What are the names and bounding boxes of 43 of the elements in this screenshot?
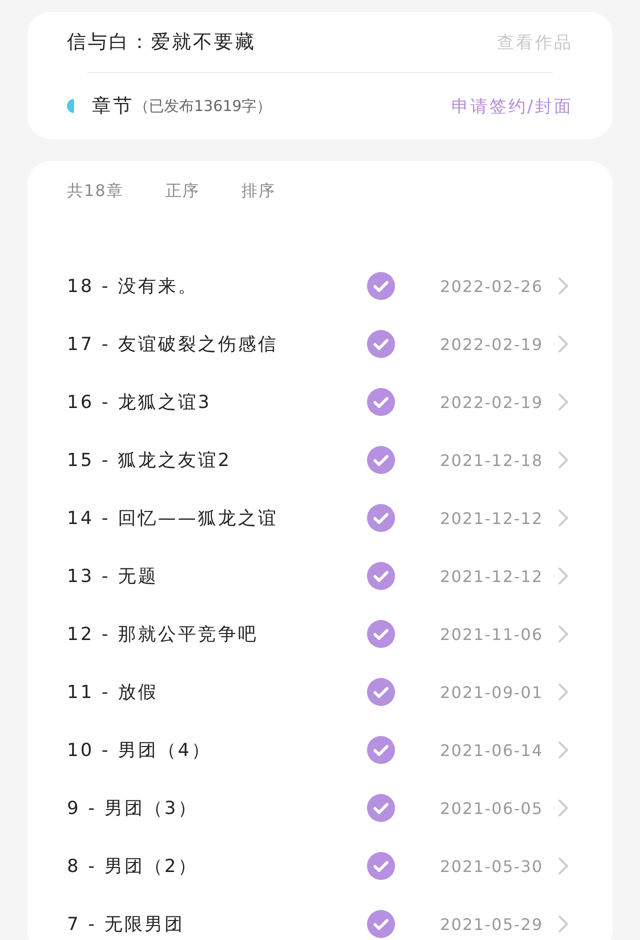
chapter-date: 2022-02-19	[439, 392, 544, 412]
chevron-right-icon[interactable]	[557, 682, 569, 702]
section-marker-icon	[67, 99, 74, 113]
chapter-date: 2021-06-05	[439, 798, 544, 818]
chapter-label: 章节	[92, 94, 134, 119]
chapter-title[interactable]: 7 - 无限男团	[67, 912, 367, 936]
chapter-date: 2021-06-14	[439, 740, 544, 760]
chevron-right-icon[interactable]	[557, 450, 569, 470]
chapter-date: 2021-12-12	[439, 508, 544, 528]
chapter-date: 2021-12-18	[439, 450, 544, 470]
chapter-title[interactable]: 12 - 那就公平竞争吧	[67, 622, 367, 646]
chevron-right-icon[interactable]	[557, 334, 569, 354]
toolbar-tab[interactable]: 正序	[165, 181, 200, 202]
toolbar-tab[interactable]: 共18章	[67, 181, 124, 202]
toolbar-tab[interactable]: 排序	[241, 181, 276, 202]
chevron-right-icon[interactable]	[557, 508, 569, 528]
chapter-title[interactable]: 11 - 放假	[67, 680, 367, 704]
chapter-date: 2022-02-26	[439, 276, 544, 296]
chapter-title[interactable]: 18 - 没有来。	[67, 274, 367, 298]
chapter-date: 2021-09-01	[439, 682, 544, 702]
chapter-title[interactable]: 14 - 回忆——狐龙之谊	[67, 506, 367, 530]
chapter-title[interactable]: 10 - 男团（4）	[67, 738, 367, 762]
chevron-right-icon[interactable]	[557, 856, 569, 876]
chapter-date: 2022-02-19	[439, 334, 544, 354]
chapter-title[interactable]: 17 - 友谊破裂之伤感信	[67, 332, 367, 356]
chapter-title[interactable]: 16 - 龙狐之谊3	[67, 390, 367, 414]
chevron-right-icon[interactable]	[557, 624, 569, 644]
chapter-title[interactable]: 15 - 狐龙之友谊2	[67, 448, 367, 472]
chapter-title[interactable]: 8 - 男团（2）	[67, 854, 367, 878]
chevron-right-icon[interactable]	[557, 566, 569, 586]
chapter-date: 2021-05-29	[439, 914, 544, 934]
work-title: 信与白：爱就不要藏	[67, 30, 256, 55]
word-count-note: （已发布13619字）	[134, 96, 272, 116]
chapter-title[interactable]: 13 - 无题	[67, 564, 367, 588]
chapter-date: 2021-12-12	[439, 566, 544, 586]
chevron-right-icon[interactable]	[557, 392, 569, 412]
chevron-right-icon[interactable]	[557, 914, 569, 934]
chevron-right-icon[interactable]	[557, 798, 569, 818]
chapter-date: 2021-05-30	[439, 856, 544, 876]
chapter-date: 2021-11-06	[439, 624, 544, 644]
chevron-right-icon[interactable]	[557, 740, 569, 760]
chevron-right-icon[interactable]	[557, 276, 569, 296]
chapter-title[interactable]: 9 - 男团（3）	[67, 796, 367, 820]
